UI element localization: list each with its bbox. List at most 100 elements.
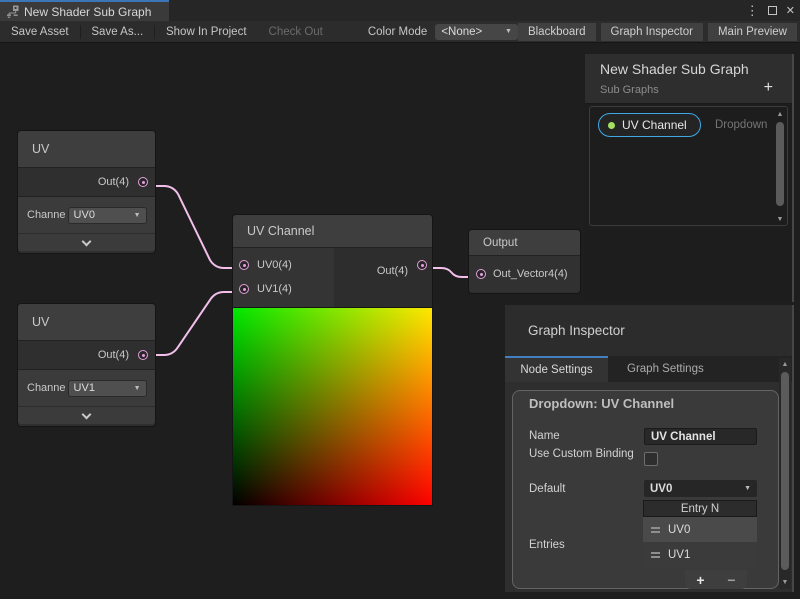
check-out-button: Check Out (258, 21, 334, 42)
inspector-title: Graph Inspector (505, 305, 792, 356)
property-name: UV Channel (622, 118, 687, 132)
channel-dropdown-value: UV1 (74, 382, 95, 394)
entry-value: UV0 (668, 524, 690, 536)
scroll-down-icon[interactable]: ▼ (779, 579, 791, 586)
inspector-tabs: Node Settings Graph Settings (505, 356, 792, 382)
collapse-toggle[interactable] (18, 233, 155, 251)
scrollbar-thumb[interactable] (781, 372, 789, 570)
edge-uv0[interactable] (146, 186, 238, 268)
edge-out[interactable] (427, 268, 475, 277)
scroll-up-icon[interactable]: ▲ (774, 111, 786, 118)
blackboard-toggle-button[interactable]: Blackboard (518, 23, 596, 41)
entries-column-header: Entry N (643, 500, 757, 517)
scrollbar-thumb[interactable] (776, 122, 784, 206)
node-uv-channel[interactable]: UV Channel UV0(4) UV1(4) Out(4) (233, 215, 432, 308)
edge-uv1[interactable] (146, 292, 238, 355)
channel-label: Channe (27, 382, 66, 394)
node-body: Out_Vector4(4) (469, 256, 580, 292)
port-label: Out(4) (98, 349, 129, 361)
port-label: Out(4) (377, 265, 408, 277)
section-title: Dropdown: UV Channel (529, 396, 674, 411)
input-port[interactable] (476, 269, 486, 279)
property-pill-uv-channel[interactable]: UV Channel (598, 113, 701, 137)
channel-dropdown[interactable]: UV1 ▼ (68, 380, 147, 397)
entries-list-footer: + − (685, 570, 747, 589)
add-entry-button[interactable]: + (696, 573, 704, 587)
chevron-down-icon: ▼ (134, 385, 141, 392)
channel-control-row: Channe UV1 ▼ (18, 370, 155, 406)
graph-toolbar: Save Asset Save As... Show In Project Ch… (0, 21, 800, 43)
blackboard-subtitle: Sub Graphs (600, 84, 782, 96)
channel-label: Channe (27, 209, 66, 221)
port-label: Out_Vector4(4) (493, 268, 568, 280)
window-controls: ⋮ ✕ (746, 0, 795, 21)
chevron-down-icon: ▼ (134, 212, 141, 219)
port-label: Out(4) (98, 176, 129, 188)
exposed-dot-icon (608, 122, 615, 129)
close-icon[interactable]: ✕ (786, 4, 795, 17)
output-ports-column: Out(4) (334, 248, 432, 307)
use-custom-binding-checkbox[interactable] (644, 452, 658, 466)
maximize-icon[interactable] (768, 6, 777, 15)
save-asset-button[interactable]: Save Asset (0, 21, 80, 42)
default-label: Default (529, 482, 565, 497)
color-mode-value: <None> (441, 26, 482, 38)
tab-graph-settings[interactable]: Graph Settings (608, 356, 723, 382)
input-port-row: UV1(4) (233, 277, 334, 301)
scroll-down-icon[interactable]: ▼ (774, 216, 786, 223)
channel-dropdown[interactable]: UV0 ▼ (68, 207, 147, 224)
collapse-chevron-icon (82, 409, 92, 419)
window-titlebar: New Shader Sub Graph ⋮ ✕ (0, 0, 800, 21)
node-title: UV (18, 131, 155, 168)
tab-title: New Shader Sub Graph (24, 5, 151, 19)
scroll-up-icon[interactable]: ▲ (779, 361, 791, 368)
main-preview-toggle-button[interactable]: Main Preview (708, 23, 797, 41)
node-body: UV0(4) UV1(4) Out(4) (233, 248, 432, 307)
node-uv-b[interactable]: UV Out(4) Channe UV1 ▼ (18, 304, 155, 426)
node-title: UV Channel (233, 215, 432, 248)
use-custom-binding-label: Use Custom Binding (529, 447, 635, 462)
show-in-project-button[interactable]: Show In Project (155, 21, 258, 42)
blackboard-title: New Shader Sub Graph (600, 61, 782, 77)
tab-node-settings[interactable]: Node Settings (505, 356, 608, 382)
default-dropdown[interactable]: UV0 ▼ (644, 480, 757, 497)
chevron-down-icon: ▼ (505, 28, 512, 35)
blackboard-scrollbar: ▲ ▼ (774, 109, 786, 225)
entry-value: UV1 (668, 549, 690, 561)
input-ports-column: UV0(4) UV1(4) (233, 248, 334, 307)
graph-inspector-toggle-button[interactable]: Graph Inspector (601, 23, 703, 41)
entry-row-uv0[interactable]: UV0 (643, 517, 757, 542)
collapse-toggle[interactable] (18, 406, 155, 424)
node-title: UV (18, 304, 155, 341)
channel-dropdown-value: UV0 (74, 209, 95, 221)
graph-tab[interactable]: New Shader Sub Graph (0, 0, 169, 21)
channel-control-row: Channe UV0 ▼ (18, 197, 155, 233)
inspector-scrollbar: ▲ ▼ (779, 358, 791, 589)
dropdown-settings-section: Dropdown: UV Channel Name Use Custom Bin… (512, 390, 779, 589)
drag-handle-icon[interactable] (651, 527, 660, 533)
blackboard-property-list: UV Channel Dropdown ▲ ▼ (589, 106, 788, 226)
uv-gradient-preview (233, 308, 432, 505)
add-property-button[interactable]: + (764, 80, 773, 96)
color-mode-dropdown[interactable]: <None> ▼ (435, 24, 518, 40)
drag-handle-icon[interactable] (651, 552, 660, 558)
input-port-uv0[interactable] (239, 260, 249, 270)
remove-entry-button[interactable]: − (727, 573, 735, 587)
node-output[interactable]: Output Out_Vector4(4) (469, 230, 580, 293)
port-label: UV0(4) (257, 259, 292, 271)
name-input[interactable] (644, 428, 757, 445)
chevron-down-icon: ▼ (744, 485, 751, 492)
node-title: Output (469, 230, 580, 256)
entry-row-uv1[interactable]: UV1 (643, 542, 757, 567)
menu-dots-icon[interactable]: ⋮ (746, 0, 759, 21)
save-as-button[interactable]: Save As... (80, 21, 154, 42)
shader-graph-icon (6, 5, 19, 18)
entries-label: Entries (529, 538, 565, 553)
input-port-uv1[interactable] (239, 284, 249, 294)
port-label: UV1(4) (257, 283, 292, 295)
output-port[interactable] (138, 350, 148, 360)
output-port[interactable] (138, 177, 148, 187)
node-uv-a[interactable]: UV Out(4) Channe UV0 ▼ (18, 131, 155, 253)
collapse-chevron-icon (82, 236, 92, 246)
output-port[interactable] (417, 260, 427, 270)
